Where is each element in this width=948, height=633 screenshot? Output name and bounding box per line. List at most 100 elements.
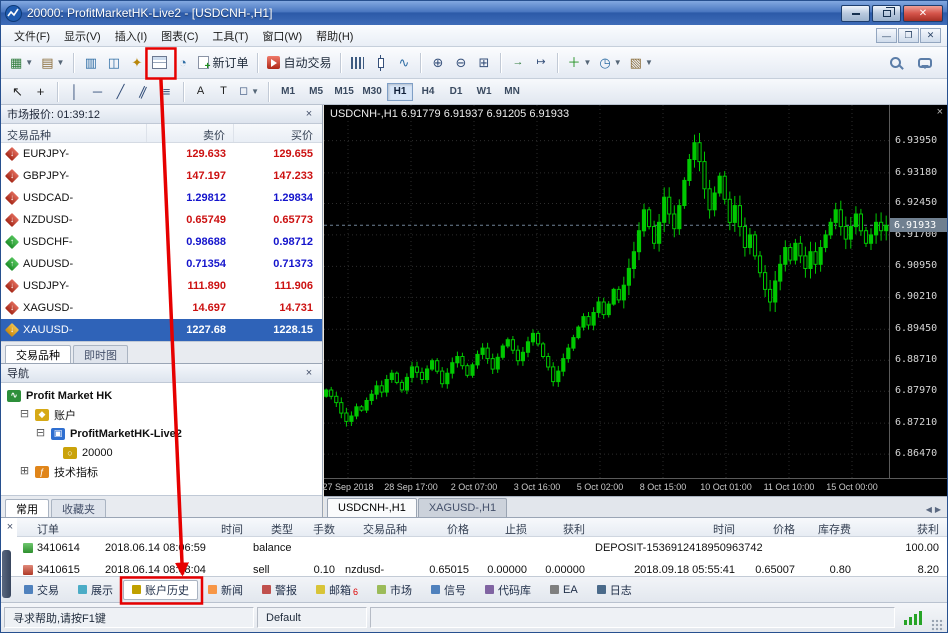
tree-item-indicators[interactable]: ⊞ ƒ 技术指标 (1, 462, 322, 481)
terminal-toggle-button[interactable] (148, 51, 171, 75)
timeframe-m1[interactable]: M1 (275, 83, 301, 101)
col-swap[interactable]: 库存费 (801, 518, 857, 536)
chart-tab-scroll-left-icon[interactable]: ◀ (926, 505, 932, 514)
resize-grip[interactable] (931, 619, 944, 632)
tree-item-server[interactable]: ⊟ ▣ ProfitMarketHK-Live2 (1, 424, 322, 443)
col-time-open[interactable]: 时间 (101, 518, 249, 536)
timeframe-mn[interactable]: MN (499, 83, 525, 101)
tab-trade[interactable]: 交易 (15, 580, 68, 600)
market-watch-row[interactable]: ↓NZDUSD- 0.65749 0.65773 (1, 209, 322, 231)
profiles-button[interactable]: ▤▼ (37, 51, 68, 75)
tab-exposure[interactable]: 展示 (69, 580, 122, 600)
column-header-symbol[interactable]: 交易品种 (1, 124, 147, 142)
label-button[interactable]: T (212, 82, 235, 102)
bar-chart-button[interactable] (346, 51, 369, 75)
zoom-out-button[interactable]: ⊖ (449, 51, 472, 75)
market-watch-row[interactable]: ↓USDCAD- 1.29812 1.29834 (1, 187, 322, 209)
autotrading-button[interactable]: 自动交易 (263, 51, 335, 75)
market-watch-row[interactable]: ↓USDJPY- 111.890 111.906 (1, 275, 322, 297)
col-price-open[interactable]: 价格 (413, 518, 475, 536)
auto-scroll-button[interactable]: → (506, 51, 529, 75)
menu-item-help[interactable]: 帮助(H) (309, 26, 360, 46)
menu-item-tools[interactable]: 工具(T) (205, 26, 255, 46)
col-sl[interactable]: 止损 (475, 518, 533, 536)
periods-button[interactable]: ◷▼ (595, 51, 625, 75)
column-header-ask[interactable]: 买价 (234, 124, 321, 142)
timeframe-d1[interactable]: D1 (443, 83, 469, 101)
timeframe-m30[interactable]: M30 (359, 83, 385, 101)
price-scale[interactable]: 6.91933 6.939506.931806.924506.917006.90… (889, 105, 947, 478)
market-watch-tab-symbols[interactable]: 交易品种 (5, 345, 71, 363)
expand-icon[interactable]: ⊞ (19, 466, 30, 477)
tab-journal[interactable]: 日志 (588, 580, 641, 600)
line-chart-button[interactable]: ∿ (392, 51, 415, 75)
zoom-in-button[interactable]: ⊕ (426, 51, 449, 75)
col-type[interactable]: 类型 (249, 518, 299, 536)
tab-news[interactable]: 新闻 (199, 580, 252, 600)
strategy-tester-button[interactable]: ◔ (171, 51, 194, 75)
tab-mailbox[interactable]: 邮箱6 (307, 580, 367, 600)
text-button[interactable]: A (189, 82, 212, 102)
chart-tab-xagusd[interactable]: XAGUSD-,H1 (418, 498, 507, 517)
history-row-order[interactable]: 3410615 2018.06.14 08:08:04 sell 0.10 nz… (17, 559, 947, 577)
menu-item-charts[interactable]: 图表(C) (154, 26, 205, 46)
tree-item-accounts[interactable]: ⊟ ◆ 账户 (1, 405, 322, 424)
market-watch-row[interactable]: ↓EURJPY- 129.633 129.655 (1, 143, 322, 165)
market-watch-tab-tick-chart[interactable]: 即时图 (73, 345, 128, 363)
templates-button[interactable]: ▧▼ (626, 51, 657, 75)
candlestick-chart[interactable] (324, 105, 889, 478)
data-window-toggle-button[interactable]: ◫ (102, 51, 125, 75)
chat-button[interactable] (913, 51, 936, 75)
tree-item-login[interactable]: ○ 20000 (1, 443, 322, 462)
market-watch-row[interactable]: ↓GBPJPY- 147.197 147.233 (1, 165, 322, 187)
new-chart-button[interactable]: ▦▼ (6, 51, 37, 75)
horizontal-line-button[interactable]: ─ (86, 82, 109, 102)
market-watch-row[interactable]: ↑AUDUSD- 0.71354 0.71373 (1, 253, 322, 275)
market-watch-close-icon[interactable]: × (302, 108, 316, 120)
tree-item-broker[interactable]: ∿ Profit Market HK (1, 386, 322, 405)
time-axis[interactable]: 27 Sep 201828 Sep 17:002 Oct 07:003 Oct … (324, 478, 947, 496)
crosshair-button[interactable]: + (29, 82, 52, 102)
tab-market[interactable]: 市场 (368, 580, 421, 600)
timeframe-h1[interactable]: H1 (387, 83, 413, 101)
tile-windows-button[interactable]: ⊞ (472, 51, 495, 75)
tab-signals[interactable]: 信号 (422, 580, 475, 600)
tab-ea[interactable]: EA (541, 580, 587, 600)
chart-shift-button[interactable]: ↦ (529, 51, 552, 75)
market-watch-row[interactable]: ↓XAGUSD- 14.697 14.731 (1, 297, 322, 319)
timeframe-h4[interactable]: H4 (415, 83, 441, 101)
restore-button[interactable] (872, 5, 901, 22)
chart-tab-scroll-right-icon[interactable]: ▶ (935, 505, 941, 514)
market-watch-row-selected[interactable]: ↓XAUUSD- 1227.68 1228.15 (1, 319, 322, 341)
trendline-button[interactable]: ╱ (109, 82, 132, 102)
vertical-line-button[interactable]: │ (63, 82, 86, 102)
col-time-close[interactable]: 时间 (591, 518, 741, 536)
col-lots[interactable]: 手数 (299, 518, 341, 536)
market-watch-row[interactable]: ↑USDCHF- 0.98688 0.98712 (1, 231, 322, 253)
timeframe-m5[interactable]: M5 (303, 83, 329, 101)
tab-codebase[interactable]: 代码库 (476, 580, 540, 600)
menu-item-view[interactable]: 显示(V) (57, 26, 108, 46)
mdi-close-button[interactable]: ✕ (920, 28, 941, 43)
cursor-button[interactable]: ↖ (6, 82, 29, 102)
menu-item-insert[interactable]: 插入(I) (108, 26, 154, 46)
candlestick-button[interactable] (369, 51, 392, 75)
col-price-close[interactable]: 价格 (741, 518, 801, 536)
channel-button[interactable]: ∥ (132, 82, 155, 102)
navigator-close-icon[interactable]: × (302, 367, 316, 379)
col-tp[interactable]: 获利 (533, 518, 591, 536)
tab-alerts[interactable]: 警报 (253, 580, 306, 600)
new-order-button[interactable]: 新订单 (194, 51, 252, 75)
terminal-close-icon[interactable]: × (4, 521, 16, 533)
navigator-toggle-button[interactable]: ✦ (125, 51, 148, 75)
menu-item-file[interactable]: 文件(F) (7, 26, 57, 46)
menu-item-window[interactable]: 窗口(W) (255, 26, 309, 46)
col-profit[interactable]: 获利 (857, 518, 945, 536)
chart-tab-usdcnh[interactable]: USDCNH-,H1 (327, 498, 417, 517)
shapes-button[interactable]: ◻▼ (235, 82, 263, 102)
indicators-button[interactable]: ＋▼ (563, 51, 595, 75)
history-row-balance[interactable]: 3410614 2018.06.14 08:06:59 balance DEPO… (17, 537, 947, 559)
close-button[interactable]: ✕ (903, 5, 943, 22)
timeframe-w1[interactable]: W1 (471, 83, 497, 101)
navigator-tab-favorites[interactable]: 收藏夹 (51, 499, 106, 517)
